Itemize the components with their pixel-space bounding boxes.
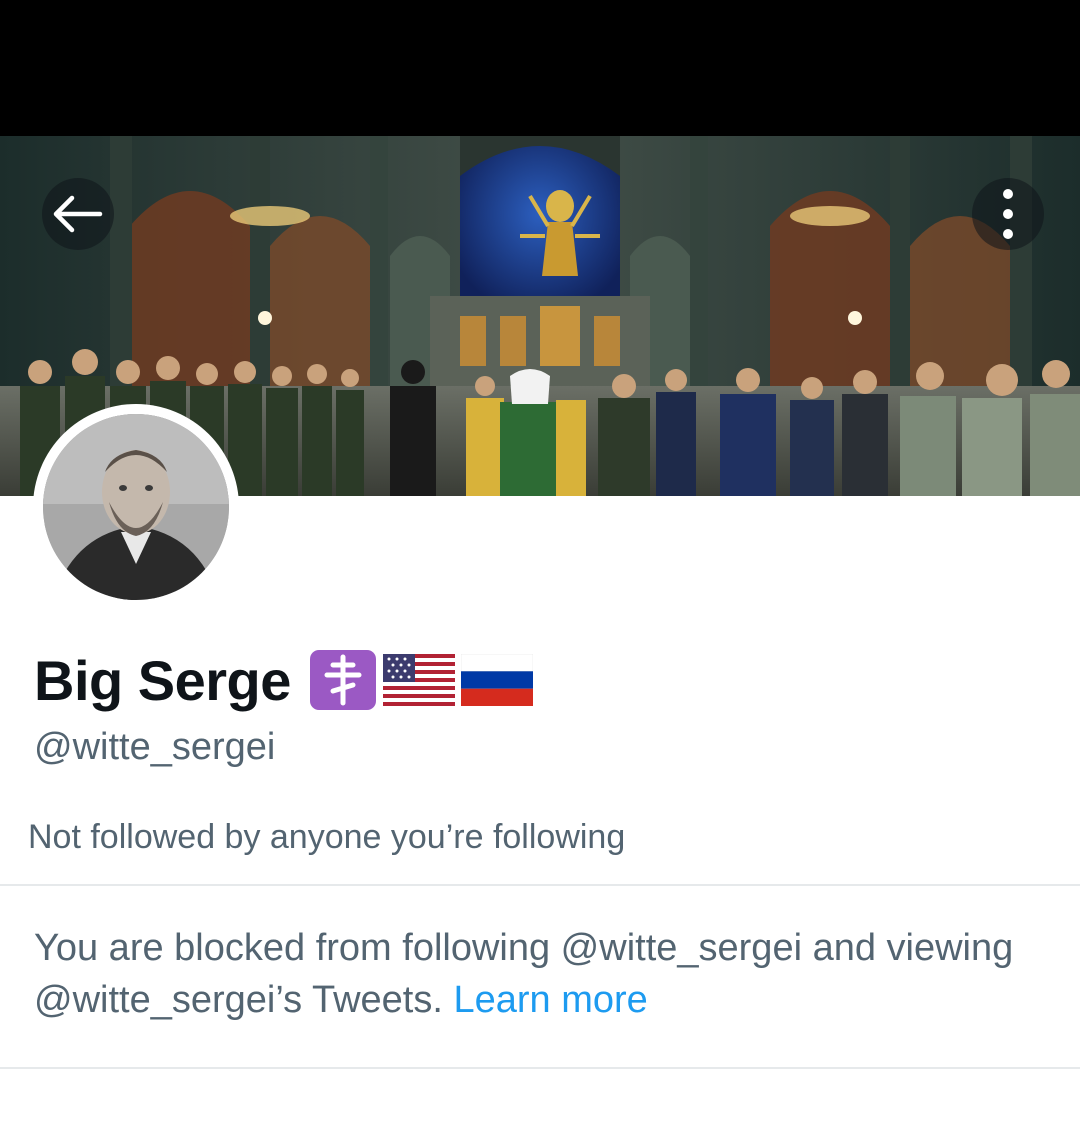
blocked-notice: You are blocked from following @witte_se… <box>34 922 1044 1026</box>
followers-you-know-note: Not followed by anyone you’re following <box>28 818 626 856</box>
profile-name-row: Big Serge <box>34 640 533 720</box>
section-divider <box>0 884 1080 886</box>
profile-page: Big Serge @witte_sergei Not followed by … <box>0 0 1080 1134</box>
name-badges <box>309 649 533 711</box>
learn-more-link[interactable]: Learn more <box>453 979 647 1021</box>
display-name: Big Serge <box>34 648 291 712</box>
russia-flag-icon <box>460 654 533 706</box>
more-options-button[interactable] <box>972 178 1044 250</box>
arrow-left-icon <box>53 195 103 233</box>
profile-avatar[interactable] <box>33 404 239 610</box>
back-button[interactable] <box>42 178 114 250</box>
orthodox-cross-icon <box>309 650 376 710</box>
avatar-photo <box>43 414 229 600</box>
profile-handle: @witte_sergei <box>34 726 276 768</box>
section-divider <box>0 1067 1080 1069</box>
status-bar-area <box>0 0 1080 136</box>
vertical-dots-icon <box>1003 189 1013 239</box>
us-flag-icon <box>382 654 455 706</box>
